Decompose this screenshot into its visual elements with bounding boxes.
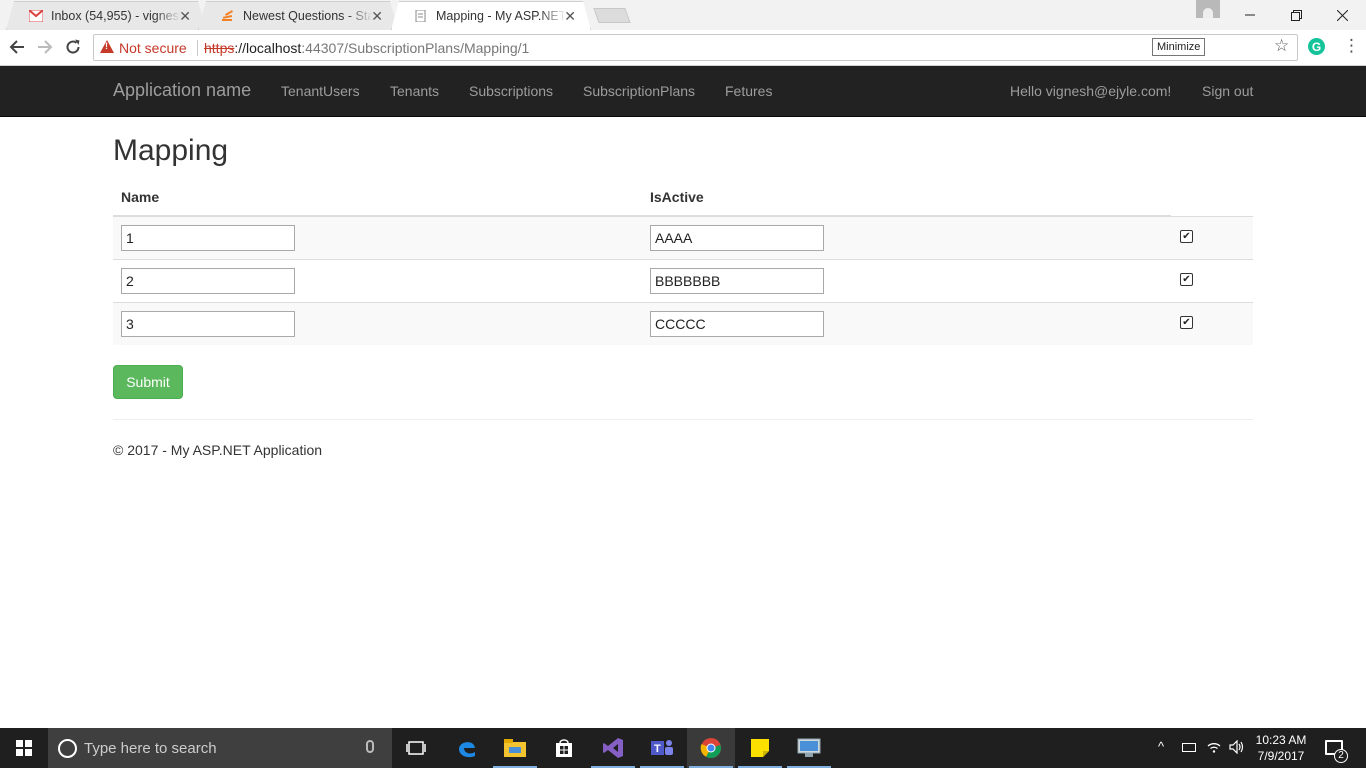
- user-greeting-link[interactable]: Hello vignesh@ejyle.com!: [1010, 83, 1171, 99]
- nav-link-fetures[interactable]: Fetures: [725, 83, 772, 99]
- start-button[interactable]: [0, 728, 48, 768]
- nav-link-tenantusers[interactable]: TenantUsers: [281, 83, 360, 99]
- sign-out-link[interactable]: Sign out: [1202, 83, 1253, 99]
- security-label[interactable]: Not secure: [119, 40, 187, 56]
- show-hidden-icons-icon[interactable]: ^: [1158, 739, 1164, 754]
- reload-icon: [66, 39, 80, 54]
- url-text: https://localhost:44307/SubscriptionPlan…: [204, 40, 529, 56]
- back-arrow-icon: [9, 40, 24, 54]
- minimize-button[interactable]: [1227, 0, 1273, 30]
- visual-studio-icon[interactable]: [589, 728, 637, 768]
- tab-gmail[interactable]: Inbox (54,955) - vigneshv ✕: [6, 1, 206, 30]
- page-icon: [414, 10, 428, 22]
- clock-time: 10:23 AM: [1255, 733, 1307, 747]
- name-input[interactable]: [650, 311, 824, 337]
- store-icon[interactable]: [540, 728, 588, 768]
- task-view-icon[interactable]: [392, 728, 440, 768]
- tab-mapping[interactable]: Mapping - My ASP.NET A ✕: [391, 1, 591, 30]
- teams-icon[interactable]: T: [638, 728, 686, 768]
- remote-desktop-icon[interactable]: [785, 728, 833, 768]
- nav-link-subscriptionplans[interactable]: SubscriptionPlans: [583, 83, 695, 99]
- browser-menu-icon[interactable]: ⋮: [1343, 36, 1360, 56]
- tab-stackoverflow[interactable]: Newest Questions - Stack ✕: [198, 1, 398, 30]
- gmail-icon: [29, 10, 43, 22]
- table-row: ✔: [113, 216, 1253, 259]
- restore-icon: [1290, 9, 1302, 21]
- wifi-icon[interactable]: [1207, 741, 1221, 753]
- isactive-checkbox[interactable]: ✔: [1180, 316, 1193, 329]
- taskbar-search-box[interactable]: Type here to search: [48, 728, 392, 768]
- isactive-checkbox[interactable]: ✔: [1180, 273, 1193, 286]
- brand-link[interactable]: Application name: [113, 80, 251, 101]
- back-button[interactable]: [6, 36, 28, 58]
- warning-icon: [100, 40, 114, 53]
- edge-icon[interactable]: [443, 728, 491, 768]
- windows-logo-icon: [16, 740, 32, 756]
- minimize-icon: [1245, 14, 1255, 16]
- id-input[interactable]: [121, 311, 295, 337]
- id-input[interactable]: [121, 225, 295, 251]
- column-header-isactive: IsActive: [650, 189, 704, 205]
- table-row: ✔: [113, 259, 1253, 302]
- tab-title: Mapping - My ASP.NET A: [436, 9, 566, 23]
- table-header: Name IsActive: [113, 177, 1253, 217]
- volume-icon[interactable]: [1229, 740, 1245, 754]
- taskbar-clock[interactable]: 10:23 AM 7/9/2017: [1255, 732, 1307, 764]
- submit-button[interactable]: Submit: [113, 365, 183, 399]
- tab-close-icon[interactable]: ✕: [564, 8, 576, 25]
- footer-text: © 2017 - My ASP.NET Application: [113, 442, 323, 458]
- grammarly-extension-icon[interactable]: G: [1308, 38, 1325, 55]
- isactive-checkbox[interactable]: ✔: [1180, 230, 1193, 243]
- search-placeholder: Type here to search: [84, 740, 217, 757]
- svg-text:T: T: [654, 743, 661, 755]
- nav-link-subscriptions[interactable]: Subscriptions: [469, 83, 553, 99]
- bookmark-star-icon[interactable]: ☆: [1274, 36, 1289, 56]
- restore-button[interactable]: [1273, 0, 1319, 30]
- url-input[interactable]: Not secure https://localhost:44307/Subsc…: [93, 34, 1298, 61]
- table-row: ✔: [113, 302, 1253, 345]
- tab-close-icon[interactable]: ✕: [179, 8, 191, 25]
- cortana-icon: [58, 739, 77, 758]
- browser-tab-strip: Inbox (54,955) - vigneshv ✕ Newest Quest…: [0, 0, 1366, 30]
- microphone-icon[interactable]: [366, 740, 374, 753]
- id-input[interactable]: [121, 268, 295, 294]
- tab-close-icon[interactable]: ✕: [371, 8, 383, 25]
- windows-taskbar: Type here to search T ^ 10:23 AM 7/9/201…: [0, 728, 1366, 768]
- footer-divider: [113, 419, 1253, 420]
- forward-button[interactable]: [34, 36, 56, 58]
- tab-title: Inbox (54,955) - vigneshv: [51, 9, 181, 23]
- file-explorer-icon[interactable]: [491, 728, 539, 768]
- name-input[interactable]: [650, 225, 824, 251]
- battery-icon[interactable]: [1182, 743, 1196, 752]
- column-header-name: Name: [121, 189, 160, 205]
- stackoverflow-icon: [221, 10, 235, 22]
- page-title: Mapping: [113, 134, 229, 167]
- close-icon: [1336, 9, 1348, 21]
- sticky-notes-icon[interactable]: [736, 728, 784, 768]
- omnibox-divider: [197, 40, 198, 56]
- close-window-button[interactable]: [1319, 0, 1365, 30]
- notification-count-badge: 2: [1334, 749, 1348, 763]
- name-input[interactable]: [650, 268, 824, 294]
- forward-arrow-icon: [38, 40, 53, 54]
- app-navbar: Application name TenantUsers Tenants Sub…: [0, 66, 1366, 117]
- clock-date: 7/9/2017: [1257, 749, 1305, 763]
- minimize-tooltip: Minimize: [1152, 38, 1206, 56]
- reload-button[interactable]: [62, 36, 84, 58]
- url-path: :44307/SubscriptionPlans/Mapping/1: [301, 40, 530, 56]
- profile-icon[interactable]: [1196, 0, 1220, 18]
- tab-title: Newest Questions - Stack: [243, 9, 373, 23]
- url-scheme: https: [204, 40, 235, 56]
- url-host: ://localhost: [234, 40, 302, 56]
- nav-link-tenants[interactable]: Tenants: [390, 83, 439, 99]
- chrome-icon[interactable]: [687, 728, 735, 768]
- new-tab-button[interactable]: [593, 8, 631, 23]
